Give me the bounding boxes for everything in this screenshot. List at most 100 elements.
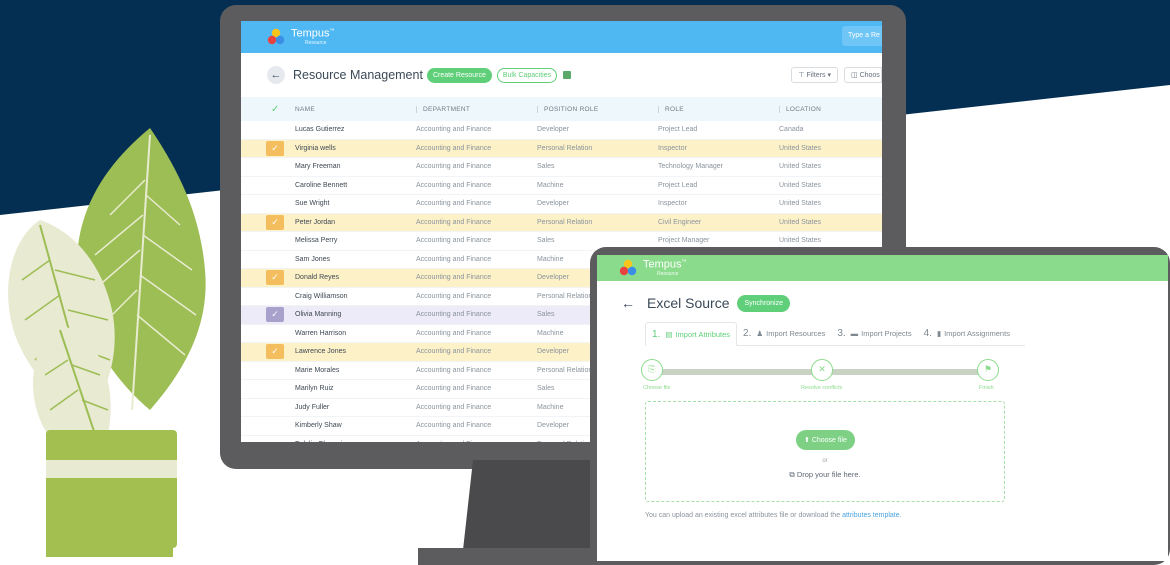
- list-icon: ▤: [665, 329, 673, 339]
- back-button[interactable]: ←: [267, 66, 285, 84]
- choose-label: Choos: [859, 72, 880, 79]
- cell-name: Sue Wright: [295, 200, 330, 208]
- column-header-location[interactable]: LOCATION: [779, 105, 882, 113]
- cell-name: Melissa Perry: [295, 237, 338, 245]
- cell-location: United States: [779, 218, 822, 226]
- cell-department: Accounting and Finance: [416, 144, 492, 152]
- cell-position-role: Sales: [537, 237, 555, 245]
- choose-columns-button[interactable]: ◫ Choos: [844, 67, 882, 83]
- cell-name: Craig Williamson: [295, 292, 348, 300]
- step-label: Import Assignments: [944, 329, 1010, 338]
- tempus-logo[interactable]: Tempus™ Resource: [267, 26, 335, 49]
- step-number: 4.: [923, 328, 932, 339]
- cell-department: Accounting and Finance: [416, 163, 492, 171]
- cell-department: Accounting and Finance: [416, 329, 492, 337]
- cell-department: Accounting and Finance: [416, 292, 492, 300]
- attributes-template-link[interactable]: attributes template: [842, 512, 900, 519]
- progress-label-finish: Finish: [979, 385, 994, 391]
- cell-department: Accounting and Finance: [416, 237, 492, 245]
- cell-role: Inspector: [658, 144, 687, 152]
- cell-name: Warren Harrison: [295, 329, 347, 337]
- columns-icon: ◫: [851, 72, 860, 79]
- column-header-name[interactable]: NAME: [295, 106, 416, 113]
- select-all-checkbox[interactable]: ✓: [241, 104, 295, 115]
- excel-icon[interactable]: [563, 71, 572, 79]
- cell-name: Lucas Gutierrez: [295, 126, 345, 134]
- bulk-capacities-button[interactable]: Bulk Capacities: [496, 67, 558, 83]
- tab-import-attributes[interactable]: 1. ▤ Import Attributes: [645, 322, 738, 346]
- synchronize-button[interactable]: Synchronize: [737, 294, 791, 312]
- cell-department: Accounting and Finance: [416, 441, 537, 442]
- cell-location: United States: [779, 144, 822, 152]
- create-resource-button[interactable]: Create Resource: [426, 67, 492, 83]
- cell-name: Olivia Manning: [295, 311, 342, 319]
- cell-department: Accounting and Finance: [416, 218, 492, 226]
- cell-position-role: Developer: [537, 126, 569, 134]
- drop-icon: ⧉: [789, 470, 797, 479]
- tab-import-assignments[interactable]: 4. ▮ Import Assignments: [918, 322, 1016, 345]
- row-checkbox-cell[interactable]: ✓: [241, 214, 295, 230]
- step-label: Import Projects: [861, 329, 912, 338]
- app-sub: Resource: [305, 40, 327, 47]
- row-checkbox-cell[interactable]: ✓: [241, 344, 295, 360]
- cell-department: Accounting and Finance: [416, 385, 492, 393]
- cell-department: Accounting and Finance: [416, 348, 492, 356]
- table-row[interactable]: ✓ Virginia wells Accounting and Finance Per…: [241, 139, 882, 158]
- column-header-department[interactable]: DEPARTMENT: [416, 105, 537, 113]
- cell-position-role: Developer: [537, 200, 569, 208]
- import-steps-tabs: 1. ▤ Import Attributes 2. ♟ Import Resources…: [645, 322, 1025, 346]
- step-number: 2.: [743, 328, 752, 339]
- hint-end: .: [899, 512, 902, 519]
- row-checkbox[interactable]: ✓: [266, 214, 284, 230]
- row-checkbox[interactable]: ✓: [266, 307, 284, 323]
- cell-role: Project Lead: [658, 181, 698, 189]
- row-checkbox[interactable]: ✓: [266, 140, 284, 156]
- table-row[interactable]: ✓ Peter Jordan Accounting and Finance Perso…: [241, 213, 882, 232]
- filters-button[interactable]: ⊤ Filters ▾: [791, 67, 838, 83]
- app-trademark: ™: [681, 258, 687, 265]
- step-number: 1.: [652, 328, 661, 340]
- tempus-logo-icon: [267, 28, 285, 45]
- cell-name: Sam Jones: [295, 255, 331, 263]
- table-row[interactable]: Caroline Bennett Accounting and Finance Ma…: [241, 177, 882, 195]
- row-checkbox[interactable]: ✓: [266, 270, 284, 286]
- step-number: 3.: [837, 328, 846, 339]
- page-title: Resource Management: [293, 68, 423, 82]
- cell-name: Marilyn Ruiz: [295, 385, 334, 393]
- tab-import-resources[interactable]: 2. ♟ Import Resources: [737, 322, 831, 345]
- column-header-position-role[interactable]: POSITION ROLE: [537, 105, 658, 113]
- cell-role: Project Manager: [658, 237, 710, 245]
- cell-position-role: Personal Relation: [537, 144, 593, 152]
- tab-import-projects[interactable]: 3. ▬ Import Projects: [831, 322, 917, 345]
- cell-department: Accounting and Finance: [416, 200, 492, 208]
- row-checkbox-cell[interactable]: ✓: [241, 270, 295, 286]
- file-drop-zone[interactable]: ⬆ Choose file or ⧉ Drop your file here.: [645, 401, 1005, 502]
- column-header-role[interactable]: ROLE: [658, 105, 779, 113]
- cell-location: United States: [779, 237, 822, 245]
- back-button[interactable]: ←: [619, 294, 637, 312]
- search-input[interactable]: Type a Re: [842, 26, 882, 46]
- tempus-logo[interactable]: Tempus™ Resource: [619, 257, 687, 280]
- table-row[interactable]: Lucas Gutierrez Accounting and Finance Dev…: [241, 121, 882, 140]
- choose-file-step-icon: ⎘: [641, 359, 663, 381]
- step-label: Import Attributes: [675, 329, 731, 339]
- cell-role: Inspector: [658, 200, 687, 208]
- row-checkbox-cell[interactable]: ✓: [241, 140, 295, 156]
- progress-label-resolve-conflicts: Resolve conflicts: [801, 385, 843, 391]
- app-trademark: ™: [329, 27, 335, 34]
- cell-location: United States: [779, 200, 822, 208]
- cell-location: United States: [779, 163, 822, 171]
- file-icon: ▮: [936, 329, 942, 338]
- row-checkbox-cell[interactable]: ✓: [241, 307, 295, 323]
- table-row[interactable]: Sue Wright Accounting and Finance Develope…: [241, 195, 882, 214]
- cell-department: Accounting and Finance: [416, 366, 492, 374]
- table-row[interactable]: Mary Freeman Accounting and Finance Sales T…: [241, 158, 882, 177]
- cell-department: Accounting and Finance: [416, 311, 492, 319]
- row-checkbox[interactable]: ✓: [266, 344, 284, 360]
- choose-file-button[interactable]: ⬆ Choose file: [796, 430, 855, 450]
- upload-hint: You can upload an existing excel attribu…: [645, 512, 902, 519]
- cell-name: Virginia wells: [295, 144, 336, 152]
- cell-department: Accounting and Finance: [416, 255, 492, 263]
- chevron-down-icon: ▾: [827, 72, 831, 79]
- cell-department: Accounting and Finance: [416, 181, 492, 189]
